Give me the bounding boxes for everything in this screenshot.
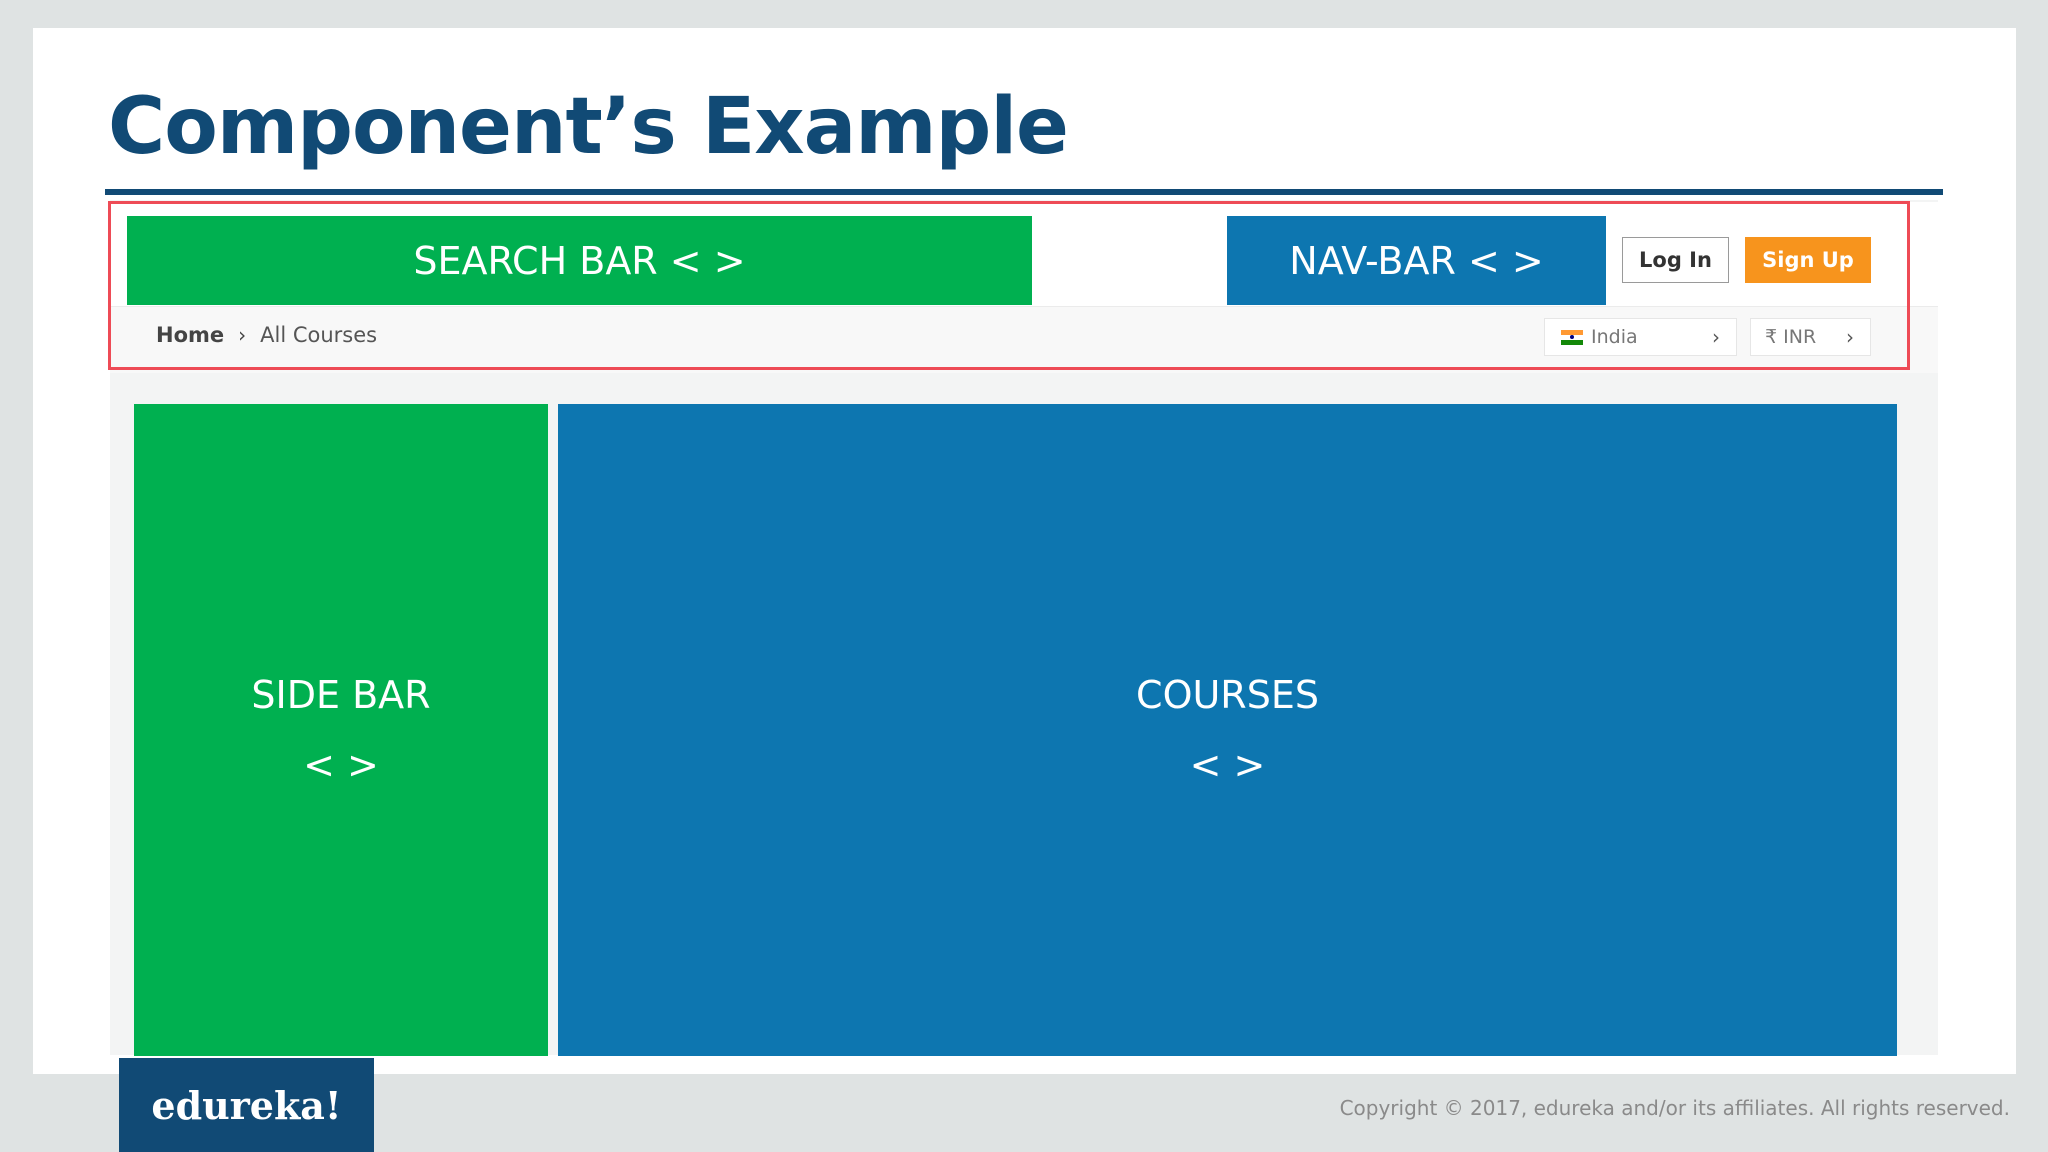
logo-text: edureka! [151, 1082, 342, 1128]
page-title: Component’s Example [108, 82, 1069, 172]
side-bar-tag: < > [303, 743, 379, 787]
copyright-notice: Copyright © 2017, edureka and/or its aff… [1339, 1096, 2010, 1120]
courses-tag: < > [1189, 743, 1266, 787]
edureka-logo: edureka! [119, 1058, 374, 1152]
courses-component[interactable]: COURSES < > [558, 404, 1897, 1056]
side-bar-component[interactable]: SIDE BAR < > [134, 404, 548, 1056]
header-highlight-box [108, 201, 1910, 370]
side-bar-label: SIDE BAR [251, 673, 431, 717]
courses-label: COURSES [1136, 673, 1319, 717]
title-divider [105, 189, 1943, 195]
